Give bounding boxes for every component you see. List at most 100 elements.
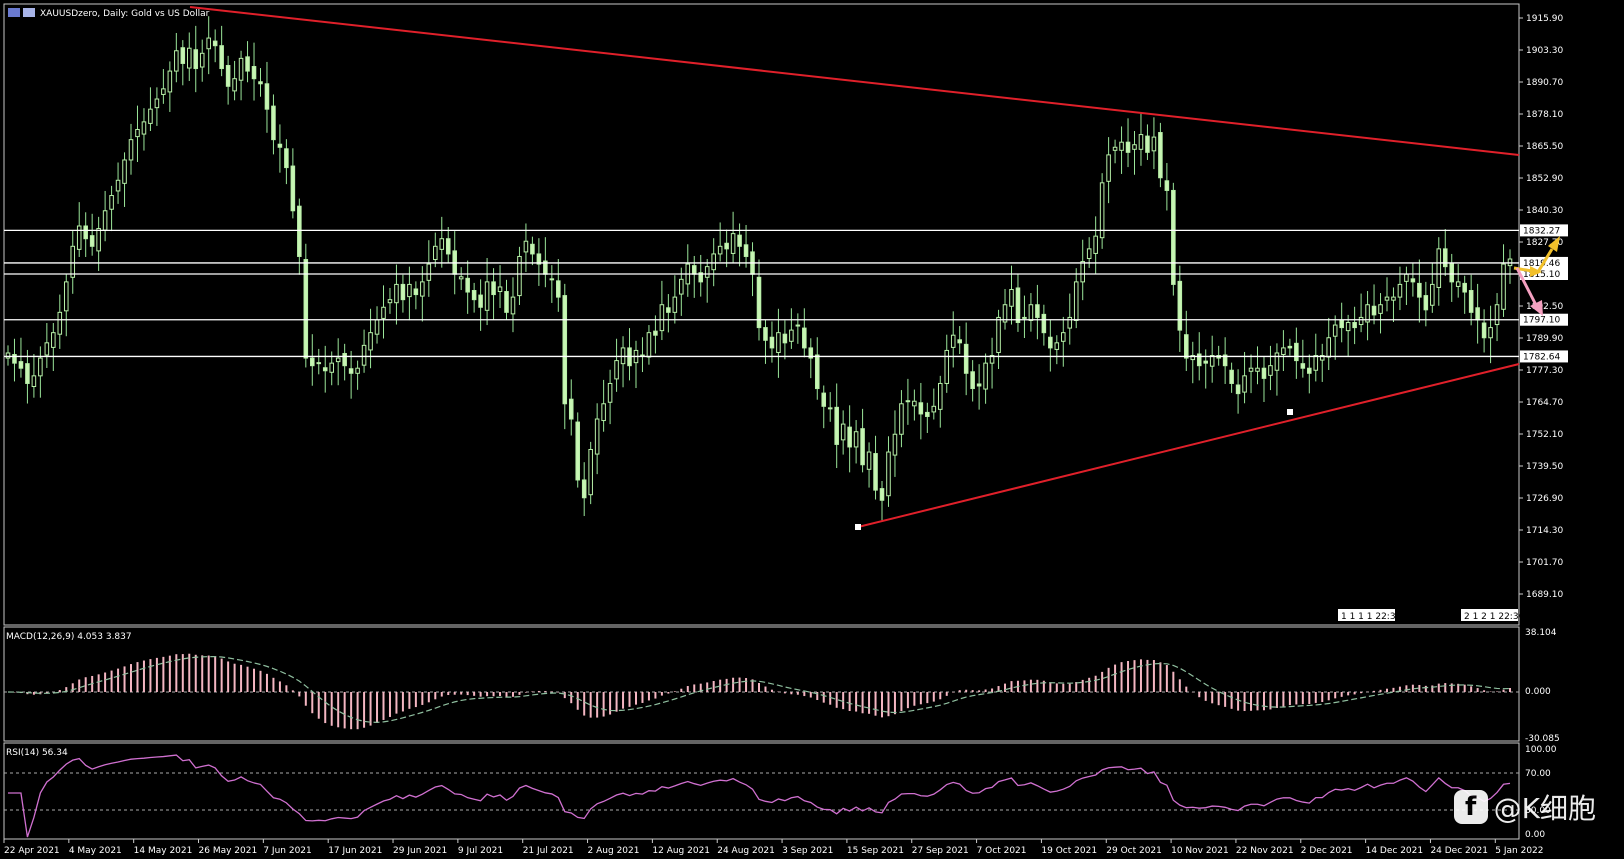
candle-body	[1281, 347, 1286, 356]
candle-body	[1196, 353, 1202, 367]
candle-body	[1417, 282, 1422, 298]
candle-body	[594, 418, 600, 455]
candle-body	[568, 398, 574, 420]
candle-body	[465, 277, 470, 293]
candle-body	[1430, 283, 1435, 306]
candle-body	[89, 235, 95, 247]
candle-body	[853, 431, 859, 448]
candle-body	[381, 306, 386, 319]
candle-body	[556, 280, 561, 298]
candle-body	[122, 159, 127, 184]
candle-body	[510, 296, 516, 315]
candle-body	[348, 368, 354, 374]
candle-body	[769, 336, 775, 349]
candle-body	[789, 329, 794, 342]
date-axis: 22 Apr 2021 4 May 2021 14 May 2021 26 May 2…	[3, 839, 1544, 856]
date-tick-label: 14 May 2021	[134, 846, 193, 856]
candle-body	[1313, 355, 1319, 371]
candle-body	[601, 403, 606, 422]
candle-body	[167, 70, 173, 93]
rsi-line	[8, 754, 1511, 838]
price-tick-label: 1878.10	[1526, 110, 1563, 120]
candle-body	[944, 349, 950, 384]
candle-body	[1345, 322, 1351, 332]
candle-body	[1086, 248, 1092, 260]
macd-pane-frame	[3, 626, 1520, 742]
macd-tick-top: 38.104	[1525, 628, 1557, 638]
price-tick-label: 1789.90	[1526, 334, 1563, 344]
rsi-tick-0: 0.00	[1525, 830, 1545, 840]
candle-body	[1073, 281, 1079, 321]
price-tick-label: 1865.50	[1526, 142, 1563, 152]
candle-body	[1404, 273, 1409, 282]
candle-body	[912, 400, 917, 407]
candle-body	[737, 234, 742, 247]
candle-body	[523, 240, 529, 253]
candle-body	[387, 299, 393, 304]
candle-body	[970, 371, 975, 390]
candle-body	[743, 244, 749, 257]
candle-body	[782, 333, 788, 344]
candle-body	[1384, 296, 1390, 301]
candle-body	[284, 148, 289, 169]
date-tick-label: 9 Jul 2021	[458, 846, 503, 856]
date-tick-label: 29 Oct 2021	[1106, 846, 1162, 856]
candle-body	[679, 278, 684, 295]
candle-body	[1391, 296, 1396, 301]
candle-body	[322, 367, 328, 372]
candle-body	[225, 64, 231, 87]
candle-body	[310, 357, 315, 367]
price-tick-label: 1915.90	[1526, 14, 1563, 24]
candle-body	[1028, 304, 1034, 321]
date-tick-label: 17 Jun 2021	[328, 846, 382, 856]
candle-body	[717, 245, 723, 255]
candle-body	[814, 354, 820, 390]
candle-body	[1061, 332, 1066, 342]
candle-body	[730, 233, 736, 254]
candle-body	[653, 330, 658, 336]
candle-body	[925, 411, 930, 417]
date-tick-label: 7 Jun 2021	[263, 846, 311, 856]
candle-body	[1054, 342, 1060, 350]
level-tag-label: 1832.27	[1523, 226, 1560, 236]
candle-body	[892, 433, 898, 456]
candle-body	[1397, 283, 1403, 298]
candle-body	[886, 451, 891, 497]
candle-body	[25, 363, 30, 384]
date-tick-label: 24 Aug 2021	[717, 846, 775, 856]
candle-body	[161, 88, 166, 95]
candle-body	[426, 263, 432, 281]
candle-body	[957, 339, 962, 344]
candle-body	[666, 307, 671, 313]
candle-body	[937, 382, 943, 410]
candle-body	[186, 47, 192, 69]
candle-body	[1501, 263, 1506, 310]
candle-body	[950, 334, 956, 348]
upper-trendline[interactable]	[189, 6, 1520, 156]
candle-body	[258, 81, 263, 85]
candle-body	[1203, 360, 1208, 364]
rsi-pane-frame	[3, 742, 1520, 840]
chart-window-icon	[8, 8, 20, 17]
candle-body	[1410, 278, 1416, 283]
chart-title: XAUUSDzero, Daily: Gold vs US Dollar	[40, 9, 210, 19]
candle-body	[76, 225, 82, 250]
candle-body	[1048, 336, 1053, 349]
candle-body	[102, 210, 108, 231]
candle-body	[374, 319, 380, 335]
candle-body	[199, 52, 205, 68]
candle-body	[355, 367, 360, 374]
candle-body	[1209, 355, 1215, 367]
candle-body	[342, 352, 347, 367]
trendline-anchor-1[interactable]	[855, 524, 861, 530]
candle-body	[63, 281, 69, 312]
candle-body	[31, 375, 37, 388]
candle-body	[238, 57, 244, 81]
price-tick-label: 1701.70	[1526, 558, 1563, 568]
lower-trendline[interactable]	[857, 363, 1520, 528]
candle-body	[154, 98, 160, 109]
candle-body	[439, 238, 445, 250]
trendline-anchor-2[interactable]	[1287, 409, 1293, 415]
date-tick-label: 7 Oct 2021	[977, 846, 1027, 856]
candle-body	[491, 281, 496, 296]
